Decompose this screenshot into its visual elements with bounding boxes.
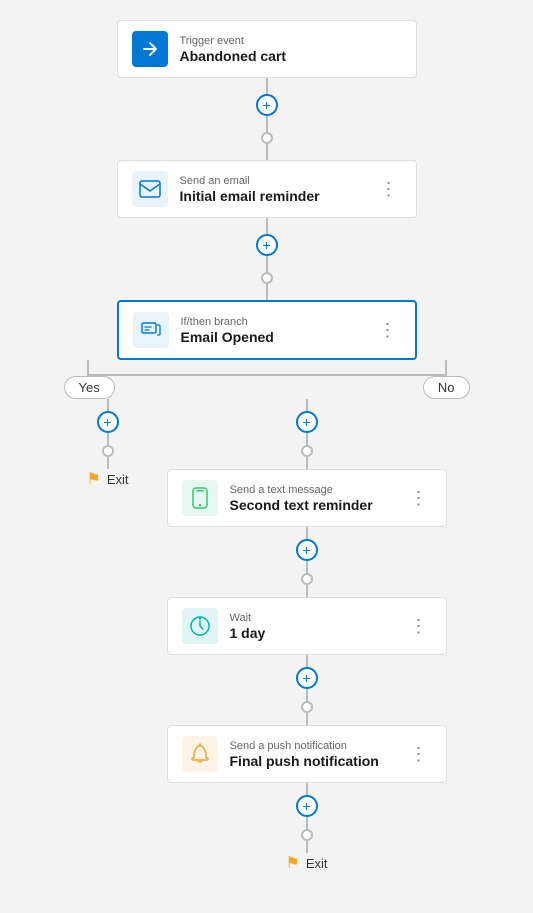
wait-title: 1 day [230,625,406,641]
circle-node [301,701,313,713]
trigger-label: Trigger event [180,35,402,47]
vline [266,218,268,234]
circle-node [301,829,313,841]
add-after-sms-btn[interactable]: + [296,539,318,561]
trigger-title: Abandoned cart [180,48,402,64]
branch-icon [133,312,169,348]
exit-left-label: Exit [107,472,129,487]
sms-title: Second text reminder [230,497,406,513]
vline [306,817,308,829]
wait-menu-btn[interactable]: ⋮ [406,613,432,639]
vline [306,561,308,573]
wait-icon [182,608,218,644]
push-menu-btn[interactable]: ⋮ [406,741,432,767]
yes-label[interactable]: Yes [64,376,115,399]
circle-node [102,445,114,457]
vline [266,116,268,132]
email-label: Send an email [180,175,376,187]
wait-label: Wait [230,612,406,624]
trigger-icon [132,31,168,67]
branch-label-text: If/then branch [181,316,375,328]
vline [306,527,308,539]
flag-icon-right: ⚑ [285,853,299,873]
branch-split-area: Yes No + ⚑ Exit + [22,360,512,873]
push-title: Final push notification [230,753,406,769]
wait-card[interactable]: Wait 1 day ⋮ [167,597,447,655]
exit-right-label: Exit [306,856,328,871]
flag-icon-left: ⚑ [87,469,101,489]
vline [87,360,89,374]
branch-hline [87,374,447,376]
circle-node [301,573,313,585]
sms-label: Send a text message [230,484,406,496]
circle-node [301,445,313,457]
email-icon [132,171,168,207]
sms-menu-btn[interactable]: ⋮ [406,485,432,511]
vline [306,841,308,853]
add-after-push-btn[interactable]: + [296,795,318,817]
branch-title: Email Opened [181,329,375,345]
vline [306,433,308,445]
connector-2: + [256,218,278,300]
vline [306,655,308,667]
vline [107,433,109,445]
add-no-step-btn[interactable]: + [296,411,318,433]
vline [266,284,268,300]
circle-node [261,132,273,144]
vline [445,360,447,374]
vline [266,78,268,94]
no-branch-top [445,360,447,374]
vline [306,585,308,597]
vline [266,144,268,160]
add-yes-step-btn[interactable]: + [97,411,119,433]
push-card[interactable]: Send a push notification Final push noti… [167,725,447,783]
add-after-wait-btn[interactable]: + [296,667,318,689]
email-menu-btn[interactable]: ⋮ [376,176,402,202]
no-branch: + Send a text message Seco [167,399,447,873]
connector-1: + [256,78,278,160]
exit-right: ⚑ Exit [285,853,327,873]
vline [306,783,308,795]
email-title: Initial email reminder [180,188,376,204]
vline [266,256,268,272]
vline [306,399,308,411]
vline [306,457,308,469]
vline [107,399,109,411]
add-step-btn-2[interactable]: + [256,234,278,256]
vline [306,713,308,725]
sms-card[interactable]: Send a text message Second text reminder… [167,469,447,527]
no-label[interactable]: No [423,376,470,399]
exit-left: ⚑ Exit [87,469,129,489]
branch-menu-btn[interactable]: ⋮ [375,317,401,343]
email-card[interactable]: Send an email Initial email reminder ⋮ [117,160,417,218]
vline [306,689,308,701]
yes-branch: + ⚑ Exit [87,399,129,489]
flow-container: Trigger event Abandoned cart + Send an e… [0,0,533,913]
trigger-card[interactable]: Trigger event Abandoned cart [117,20,417,78]
add-step-btn-1[interactable]: + [256,94,278,116]
branch-card[interactable]: If/then branch Email Opened ⋮ [117,300,417,360]
yes-branch-top [87,360,89,374]
sms-icon [182,480,218,516]
vline [107,457,109,469]
circle-node [261,272,273,284]
push-icon [182,736,218,772]
